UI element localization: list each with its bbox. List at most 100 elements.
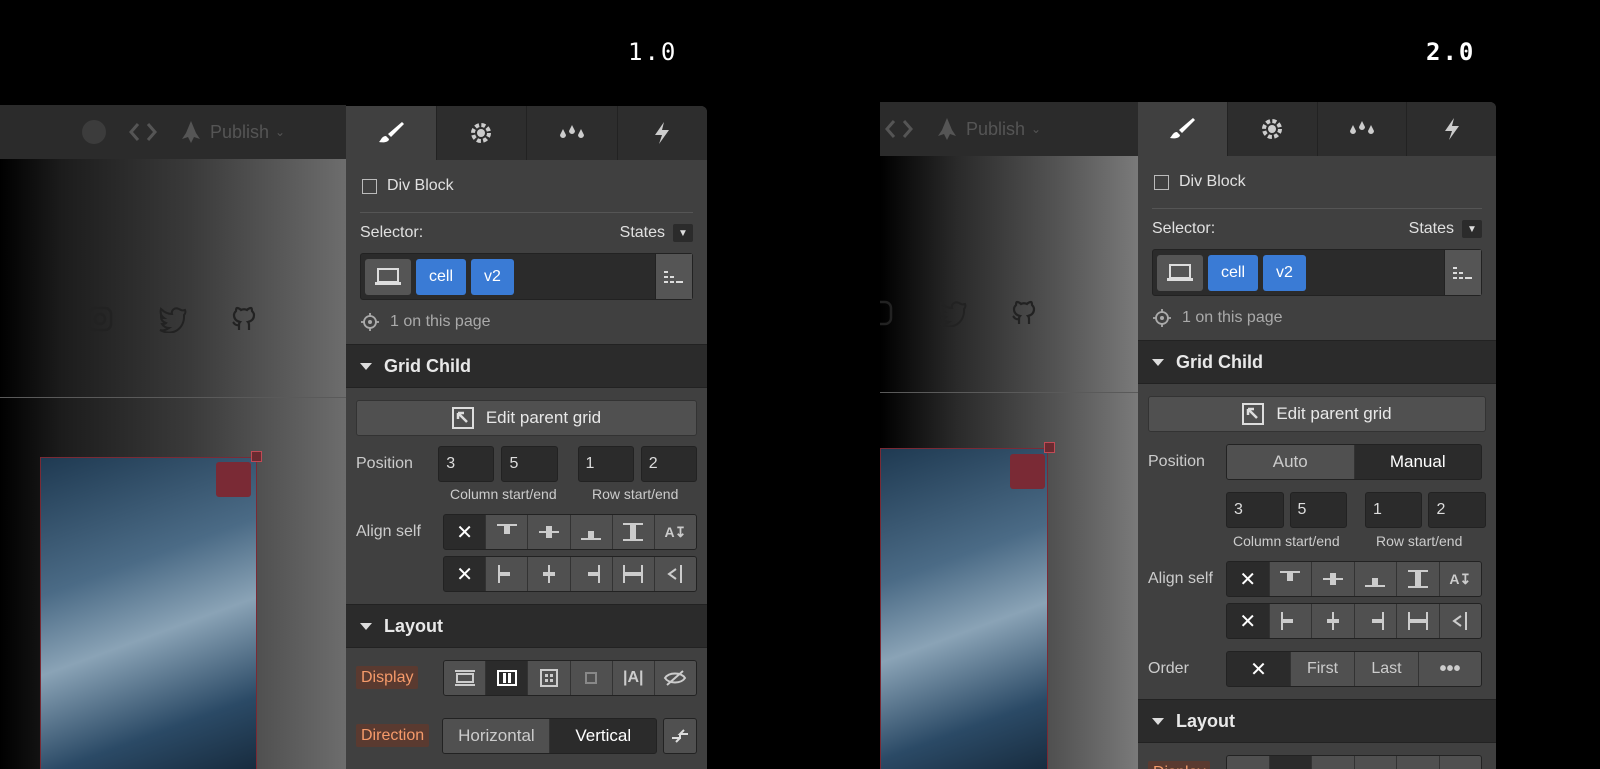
order-first-button[interactable]: First <box>1291 652 1355 686</box>
section-header-layout[interactable]: Layout <box>1138 699 1496 743</box>
grid-edit-icon[interactable] <box>1010 454 1045 489</box>
display-flex-icon[interactable] <box>1269 756 1312 769</box>
edit-parent-grid-button[interactable]: Edit parent grid <box>1148 396 1486 432</box>
column-start-input[interactable]: 3 <box>1226 492 1284 528</box>
more-icon[interactable]: ••• <box>1419 652 1481 686</box>
designer-canvas-v2: Publish ⌄ <box>880 102 1138 769</box>
code-icon[interactable] <box>128 121 158 143</box>
position-auto-button[interactable]: Auto <box>1227 445 1355 479</box>
justify-baseline-icon[interactable] <box>654 557 696 591</box>
arrow-up-left-icon <box>1242 403 1265 425</box>
display-grid-icon[interactable] <box>1312 756 1355 769</box>
order-last-button[interactable]: Last <box>1355 652 1419 686</box>
tab-style[interactable] <box>346 106 436 160</box>
align-baseline-icon[interactable]: A↧ <box>654 515 696 549</box>
direction-vertical-button[interactable]: Vertical <box>550 719 657 753</box>
laptop-icon[interactable] <box>365 258 411 295</box>
row-end-input[interactable]: 2 <box>1428 492 1486 528</box>
preview-icon[interactable] <box>80 118 108 146</box>
position-inputs: 3 5 1 2 <box>1138 480 1496 528</box>
justify-end-icon[interactable] <box>570 557 613 591</box>
element-name: Div Block <box>1179 173 1246 190</box>
align-center-icon[interactable] <box>528 515 571 549</box>
display-flex-icon[interactable] <box>486 661 529 695</box>
edit-parent-grid-button[interactable]: Edit parent grid <box>356 400 697 436</box>
align-stretch-icon[interactable] <box>612 515 655 549</box>
display-none-icon[interactable] <box>654 661 696 695</box>
display-block-icon[interactable] <box>444 661 487 695</box>
align-self-horizontal: ✕ <box>1226 603 1482 639</box>
display-none-icon[interactable] <box>1439 756 1481 769</box>
align-top-icon[interactable] <box>1269 562 1312 596</box>
selected-grid-cell-image[interactable] <box>880 448 1048 769</box>
class-pill-cell[interactable]: cell <box>416 258 467 295</box>
reverse-direction-icon[interactable] <box>663 718 698 754</box>
justify-none-icon[interactable]: ✕ <box>444 557 487 591</box>
justify-center-icon[interactable] <box>1312 604 1355 638</box>
align-bottom-icon[interactable] <box>570 515 613 549</box>
justify-none-icon[interactable]: ✕ <box>1227 604 1270 638</box>
column-end-input[interactable]: 5 <box>501 446 558 482</box>
tab-interactions[interactable] <box>1406 102 1496 156</box>
resize-handle[interactable] <box>1044 442 1055 453</box>
publish-button[interactable]: Publish ⌄ <box>178 119 285 145</box>
display-inline-block-icon[interactable] <box>570 661 613 695</box>
justify-end-icon[interactable] <box>1354 604 1397 638</box>
caret-down-icon <box>360 622 372 630</box>
tab-interactions-color[interactable] <box>1316 102 1407 156</box>
class-pill-cell[interactable]: cell <box>1208 254 1259 291</box>
direction-horizontal-button[interactable]: Horizontal <box>443 719 551 753</box>
grid-edit-icon[interactable] <box>216 462 251 497</box>
align-top-icon[interactable] <box>486 515 529 549</box>
row-start-input[interactable]: 1 <box>577 446 634 482</box>
display-grid-icon[interactable] <box>528 661 571 695</box>
tab-interactions[interactable] <box>616 106 708 160</box>
selector-menu-icon[interactable] <box>655 254 692 299</box>
row-start-input[interactable]: 1 <box>1364 492 1423 528</box>
tab-settings[interactable] <box>435 106 527 160</box>
section-header-grid-child[interactable]: Grid Child <box>1138 340 1496 384</box>
class-pill-v2[interactable]: v2 <box>1263 254 1306 291</box>
element-checkbox[interactable] <box>362 178 377 194</box>
chevron-down-icon: ⌄ <box>275 125 286 139</box>
selector-menu-icon[interactable] <box>1444 250 1481 295</box>
section-header-grid-child[interactable]: Grid Child <box>346 344 707 388</box>
selector-field[interactable]: cell v2 <box>360 253 693 300</box>
display-inline-icon[interactable]: |A| <box>612 661 655 695</box>
selected-grid-cell-image[interactable] <box>40 457 257 769</box>
display-block-icon[interactable] <box>1227 756 1270 769</box>
position-manual-button[interactable]: Manual <box>1354 445 1481 479</box>
justify-baseline-icon[interactable] <box>1439 604 1481 638</box>
column-end-input[interactable]: 5 <box>1289 492 1348 528</box>
states-dropdown[interactable]: States ▼ <box>1409 220 1482 238</box>
align-none-icon[interactable]: ✕ <box>444 515 487 549</box>
align-stretch-icon[interactable] <box>1397 562 1440 596</box>
align-center-icon[interactable] <box>1312 562 1355 596</box>
row-end-input[interactable]: 2 <box>640 446 697 482</box>
align-bottom-icon[interactable] <box>1354 562 1397 596</box>
tab-style[interactable] <box>1138 102 1227 156</box>
justify-start-icon[interactable] <box>1269 604 1312 638</box>
resize-handle[interactable] <box>251 451 262 462</box>
display-inline-icon[interactable] <box>1397 756 1440 769</box>
order-none-icon[interactable]: ✕ <box>1227 652 1291 686</box>
section-header-layout[interactable]: Layout <box>346 604 707 648</box>
justify-start-icon[interactable] <box>486 557 529 591</box>
display-inline-block-icon[interactable] <box>1354 756 1397 769</box>
selector-field[interactable]: cell v2 <box>1152 249 1482 296</box>
justify-center-icon[interactable] <box>528 557 571 591</box>
publish-button[interactable]: Publish ⌄ <box>934 116 1041 142</box>
drops-icon <box>557 121 587 145</box>
states-dropdown[interactable]: States ▼ <box>620 224 693 242</box>
laptop-icon[interactable] <box>1157 254 1203 291</box>
align-none-icon[interactable]: ✕ <box>1227 562 1270 596</box>
justify-stretch-icon[interactable] <box>612 557 655 591</box>
tab-settings[interactable] <box>1226 102 1317 156</box>
code-icon[interactable] <box>884 118 914 140</box>
justify-stretch-icon[interactable] <box>1397 604 1440 638</box>
align-baseline-icon[interactable]: A↧ <box>1439 562 1481 596</box>
class-pill-v2[interactable]: v2 <box>471 258 514 295</box>
tab-interactions-color[interactable] <box>526 106 617 160</box>
column-start-input[interactable]: 3 <box>438 446 495 482</box>
element-checkbox[interactable] <box>1154 174 1169 190</box>
